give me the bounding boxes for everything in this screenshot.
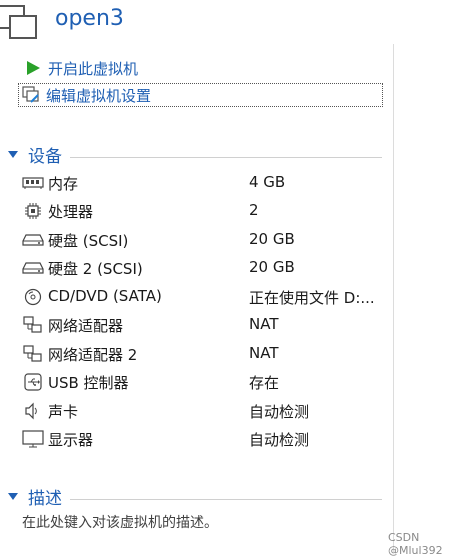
device-name: USB 控制器	[48, 374, 129, 392]
device-row-memory[interactable]: 内存 4 GB	[0, 170, 392, 196]
device-row-usb-controller[interactable]: USB 控制器 存在	[0, 369, 392, 395]
device-name: 网络适配器 2	[48, 346, 138, 364]
power-on-vm-link[interactable]: 开启此虚拟机	[24, 56, 138, 80]
usb-icon	[22, 373, 44, 391]
device-name: 硬盘 (SCSI)	[48, 232, 129, 250]
network-adapter-icon	[22, 345, 44, 363]
vm-header: open3	[0, 0, 474, 44]
device-row-network-adapter[interactable]: 网络适配器 NAT	[0, 312, 392, 338]
device-value: 正在使用文件 D:...	[249, 289, 375, 307]
device-value: 自动检测	[249, 431, 310, 449]
memory-icon	[22, 174, 44, 192]
devices-section-header[interactable]: 设备	[6, 142, 382, 167]
device-name: 显示器	[48, 431, 94, 449]
device-row-cd-dvd[interactable]: CD/DVD (SATA) 正在使用文件 D:...	[0, 284, 392, 310]
network-adapter-icon	[22, 316, 44, 334]
right-panel-divider	[393, 44, 394, 552]
section-divider	[70, 156, 382, 158]
device-value: 2	[249, 201, 259, 219]
device-name: 网络适配器	[48, 317, 124, 335]
device-row-processor[interactable]: 处理器 2	[0, 198, 392, 224]
device-value: 20 GB	[249, 230, 295, 248]
edit-vm-settings-link[interactable]: 编辑虚拟机设置	[18, 83, 383, 107]
hard-disk-icon	[22, 231, 44, 249]
device-value: 存在	[249, 374, 280, 392]
device-value: 自动检测	[249, 403, 310, 421]
device-name: 声卡	[48, 403, 79, 421]
cd-dvd-icon	[22, 288, 44, 306]
power-on-label: 开启此虚拟机	[48, 59, 139, 78]
device-value: NAT	[249, 315, 279, 333]
watermark: CSDN @Mlul392	[388, 531, 443, 557]
edit-settings-icon	[22, 86, 40, 104]
device-row-sound-card[interactable]: 声卡 自动检测	[0, 398, 392, 424]
vm-title: open3	[55, 6, 124, 31]
device-value: NAT	[249, 344, 279, 362]
device-name: 内存	[48, 175, 79, 193]
device-name: 处理器	[48, 203, 94, 221]
description-section-title: 描述	[28, 488, 62, 509]
processor-icon	[22, 202, 44, 220]
device-name: 硬盘 2 (SCSI)	[48, 260, 143, 278]
device-name: CD/DVD (SATA)	[48, 287, 162, 305]
collapse-triangle-icon	[8, 492, 18, 500]
description-input[interactable]: 在此处键入对该虚拟机的描述。	[22, 512, 218, 532]
edit-settings-label: 编辑虚拟机设置	[46, 86, 152, 105]
device-value: 20 GB	[249, 258, 295, 276]
device-row-display[interactable]: 显示器 自动检测	[0, 426, 392, 452]
virtual-machine-icon	[0, 2, 40, 42]
description-section-header[interactable]: 描述	[6, 484, 382, 509]
device-row-hard-disk-2[interactable]: 硬盘 2 (SCSI) 20 GB	[0, 255, 392, 281]
device-row-network-adapter-2[interactable]: 网络适配器 2 NAT	[0, 341, 392, 367]
device-row-hard-disk[interactable]: 硬盘 (SCSI) 20 GB	[0, 227, 392, 253]
devices-section-title: 设备	[28, 146, 62, 167]
hard-disk-icon	[22, 259, 44, 277]
play-icon	[24, 59, 42, 77]
section-divider	[70, 498, 382, 500]
collapse-triangle-icon	[8, 150, 18, 158]
monitor-icon	[22, 430, 44, 448]
speaker-icon	[22, 402, 44, 420]
device-value: 4 GB	[249, 173, 286, 191]
